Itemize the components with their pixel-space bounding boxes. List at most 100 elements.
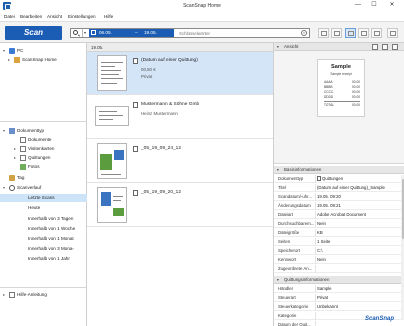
- detail-view-button[interactable]: [371, 28, 382, 38]
- sidebar-item-quittungen[interactable]: ▸ Quittungen: [0, 154, 87, 162]
- sidebar-item-fotos[interactable]: Fotos: [0, 163, 87, 171]
- list-date-label: 19.05.: [91, 45, 104, 50]
- help-guide-link[interactable]: ▸ Hilfe-Anleitung: [0, 291, 87, 299]
- property-key: Händler: [278, 286, 294, 291]
- zoom-icon[interactable]: [372, 44, 378, 50]
- expand-icon[interactable]: ▸: [14, 154, 16, 162]
- section-title: Quittungsinformationen: [284, 277, 330, 282]
- basic-info-header[interactable]: ▾ Basisinformationen: [274, 166, 404, 174]
- sidebar-item-scanverlauf[interactable]: ▾ Scanverlauf: [0, 184, 87, 192]
- property-row[interactable]: Steuerkategorie Unbekannt: [274, 303, 404, 311]
- expand-icon[interactable]: ▾: [3, 184, 5, 192]
- remove-icon[interactable]: [392, 44, 398, 50]
- property-value: Unbekannt: [317, 304, 338, 309]
- property-row[interactable]: Scandatum/-uhr... 19.05. 09:20: [274, 193, 404, 201]
- more-options-button[interactable]: [387, 28, 398, 38]
- column-divider: [315, 303, 316, 311]
- document-title: Mustermann & Söhne Gmb: [141, 102, 200, 107]
- sidebar-item-label: Scanverlauf: [17, 185, 42, 190]
- sidebar-item-visitenkarten[interactable]: ▸ Visitenkarten: [0, 145, 87, 153]
- sidebar-item-letzte-scans[interactable]: Letzte Scans: [0, 194, 87, 202]
- photo-thumbnail: [97, 143, 127, 179]
- expand-icon[interactable]: ▾: [3, 47, 5, 55]
- expand-icon[interactable]: ▸: [8, 56, 10, 64]
- thumbnail-view-button[interactable]: [358, 28, 369, 38]
- list-item[interactable]: Mustermann & Söhne Gmb Heinz Mustermann: [87, 96, 273, 139]
- column-divider: [315, 294, 316, 302]
- menu-bearbeiten[interactable]: Bearbeiten: [20, 14, 42, 19]
- sidebar-item-scansnap-home[interactable]: ▸ ScanSnap Home: [0, 56, 87, 64]
- sidebar-item-1-monat[interactable]: Innerhalb von 1 Monat: [0, 235, 87, 243]
- expand-icon[interactable]: ▾: [3, 127, 5, 135]
- property-row[interactable]: Titel (Datum auf einer Quittung)_Sample: [274, 184, 404, 192]
- property-row[interactable]: Dateiart Adobe Acrobat Document: [274, 211, 404, 219]
- sidebar-item-pc[interactable]: ▾ PC: [0, 47, 87, 55]
- sidebar-item-3-monate[interactable]: Innerhalb von 3 Mona-: [0, 245, 87, 253]
- receipt-icon: [317, 176, 321, 181]
- property-key: Steuerkategorie: [278, 304, 309, 309]
- property-key: Änderungsdatum: [278, 203, 311, 208]
- receipt-info-header[interactable]: ▾ Quittungsinformationen: [274, 276, 404, 284]
- copy-to-button[interactable]: [318, 28, 329, 38]
- list-view-button[interactable]: [345, 28, 356, 38]
- document-title: _05_19_09_24_12: [141, 146, 182, 151]
- property-row[interactable]: Dokumenttyp Quittungen: [274, 175, 404, 183]
- menu-datei[interactable]: Datei: [4, 14, 15, 19]
- column-divider: [315, 175, 316, 183]
- sidebar-item-heute[interactable]: Heute: [0, 204, 87, 212]
- receipt-thumbnail: [97, 55, 127, 91]
- document-tax-type: Privat: [141, 74, 153, 79]
- property-row[interactable]: Kennwort Nein: [274, 256, 404, 264]
- property-row[interactable]: Händler Sample: [274, 285, 404, 293]
- sidebar-item-dokumenttyp[interactable]: ▾ Dokumenttyp: [0, 127, 87, 135]
- search-input[interactable]: [179, 30, 297, 36]
- add-icon[interactable]: [382, 44, 388, 50]
- property-value: Adobe Acrobat Document: [317, 212, 366, 217]
- menu-einstellungen[interactable]: Einstellungen: [68, 14, 96, 19]
- property-key: Titel: [278, 185, 286, 190]
- property-row[interactable]: Dateigröße KB: [274, 229, 404, 237]
- list-item[interactable]: _05_19_09_24_12: [87, 140, 273, 183]
- receipt-icon: [133, 58, 138, 64]
- property-key: Datum der Quit...: [278, 322, 311, 326]
- minimize-button[interactable]: —: [352, 1, 364, 10]
- preview-page-subtitle: Sample receipt: [330, 72, 352, 76]
- document-preview[interactable]: Sample Sample receipt AAAA 00.00 BBBB 00.0…: [274, 51, 404, 164]
- property-row[interactable]: Zugeordnete An...: [274, 265, 404, 273]
- preview-header[interactable]: ▾ Ansicht: [274, 43, 404, 51]
- sidebar-item-dokumente[interactable]: Dokumente: [0, 136, 87, 144]
- property-row[interactable]: Änderungsdatum 19.05. 09:21: [274, 202, 404, 210]
- menu-hilfe[interactable]: Hilfe: [104, 14, 113, 19]
- property-value: (Datum auf einer Quittung)_Sample: [317, 185, 385, 190]
- sidebar-item-tag[interactable]: Tag: [0, 174, 87, 182]
- list-item[interactable]: (Datum auf einer Quittung) 00,50 € Priva…: [87, 52, 273, 95]
- expand-icon[interactable]: ▸: [3, 291, 5, 299]
- property-row[interactable]: Durchsuchbarem... Nein: [274, 220, 404, 228]
- sidebar-item-label: Innerhalb von 1 Monat: [28, 236, 74, 241]
- property-row[interactable]: Steuerart Privat: [274, 294, 404, 302]
- column-divider: [315, 265, 316, 273]
- property-row[interactable]: Seiten 1 Seite: [274, 238, 404, 246]
- sidebar-item-3-tage[interactable]: Innerhalb von 3 Tagen: [0, 215, 87, 223]
- date-range-filter[interactable]: 06.05. – 19.05.: [89, 29, 174, 37]
- maximize-button[interactable]: ☐: [368, 1, 380, 10]
- close-button[interactable]: ✕: [386, 1, 398, 10]
- calendar-icon: [91, 30, 96, 35]
- property-row[interactable]: Speicherort C:\: [274, 247, 404, 255]
- sidebar-item-1-woche[interactable]: Innerhalb von 1 Woche: [0, 225, 87, 233]
- chevron-down-icon[interactable]: ▾: [84, 30, 86, 35]
- section-title: Basisinformationen: [284, 167, 322, 172]
- menu-ansicht[interactable]: Ansicht: [47, 14, 62, 19]
- scan-button[interactable]: Scan: [5, 26, 62, 40]
- expand-icon[interactable]: ▸: [14, 145, 16, 153]
- search-mode-button[interactable]: [71, 29, 83, 37]
- column-divider: [315, 229, 316, 237]
- sidebar-item-label: Innerhalb von 1 Woche: [28, 226, 76, 231]
- list-item[interactable]: _05_19_09_20_12: [87, 184, 273, 227]
- sidebar-item-1-jahr[interactable]: Innerhalb von 1 Jahr: [0, 255, 87, 263]
- property-key: Steuerart: [278, 295, 296, 300]
- sidebar-item-label: Dokumente: [28, 137, 52, 142]
- sidebar-divider: [0, 287, 87, 288]
- open-with-button[interactable]: [331, 28, 342, 38]
- clear-search-icon[interactable]: ×: [301, 30, 307, 36]
